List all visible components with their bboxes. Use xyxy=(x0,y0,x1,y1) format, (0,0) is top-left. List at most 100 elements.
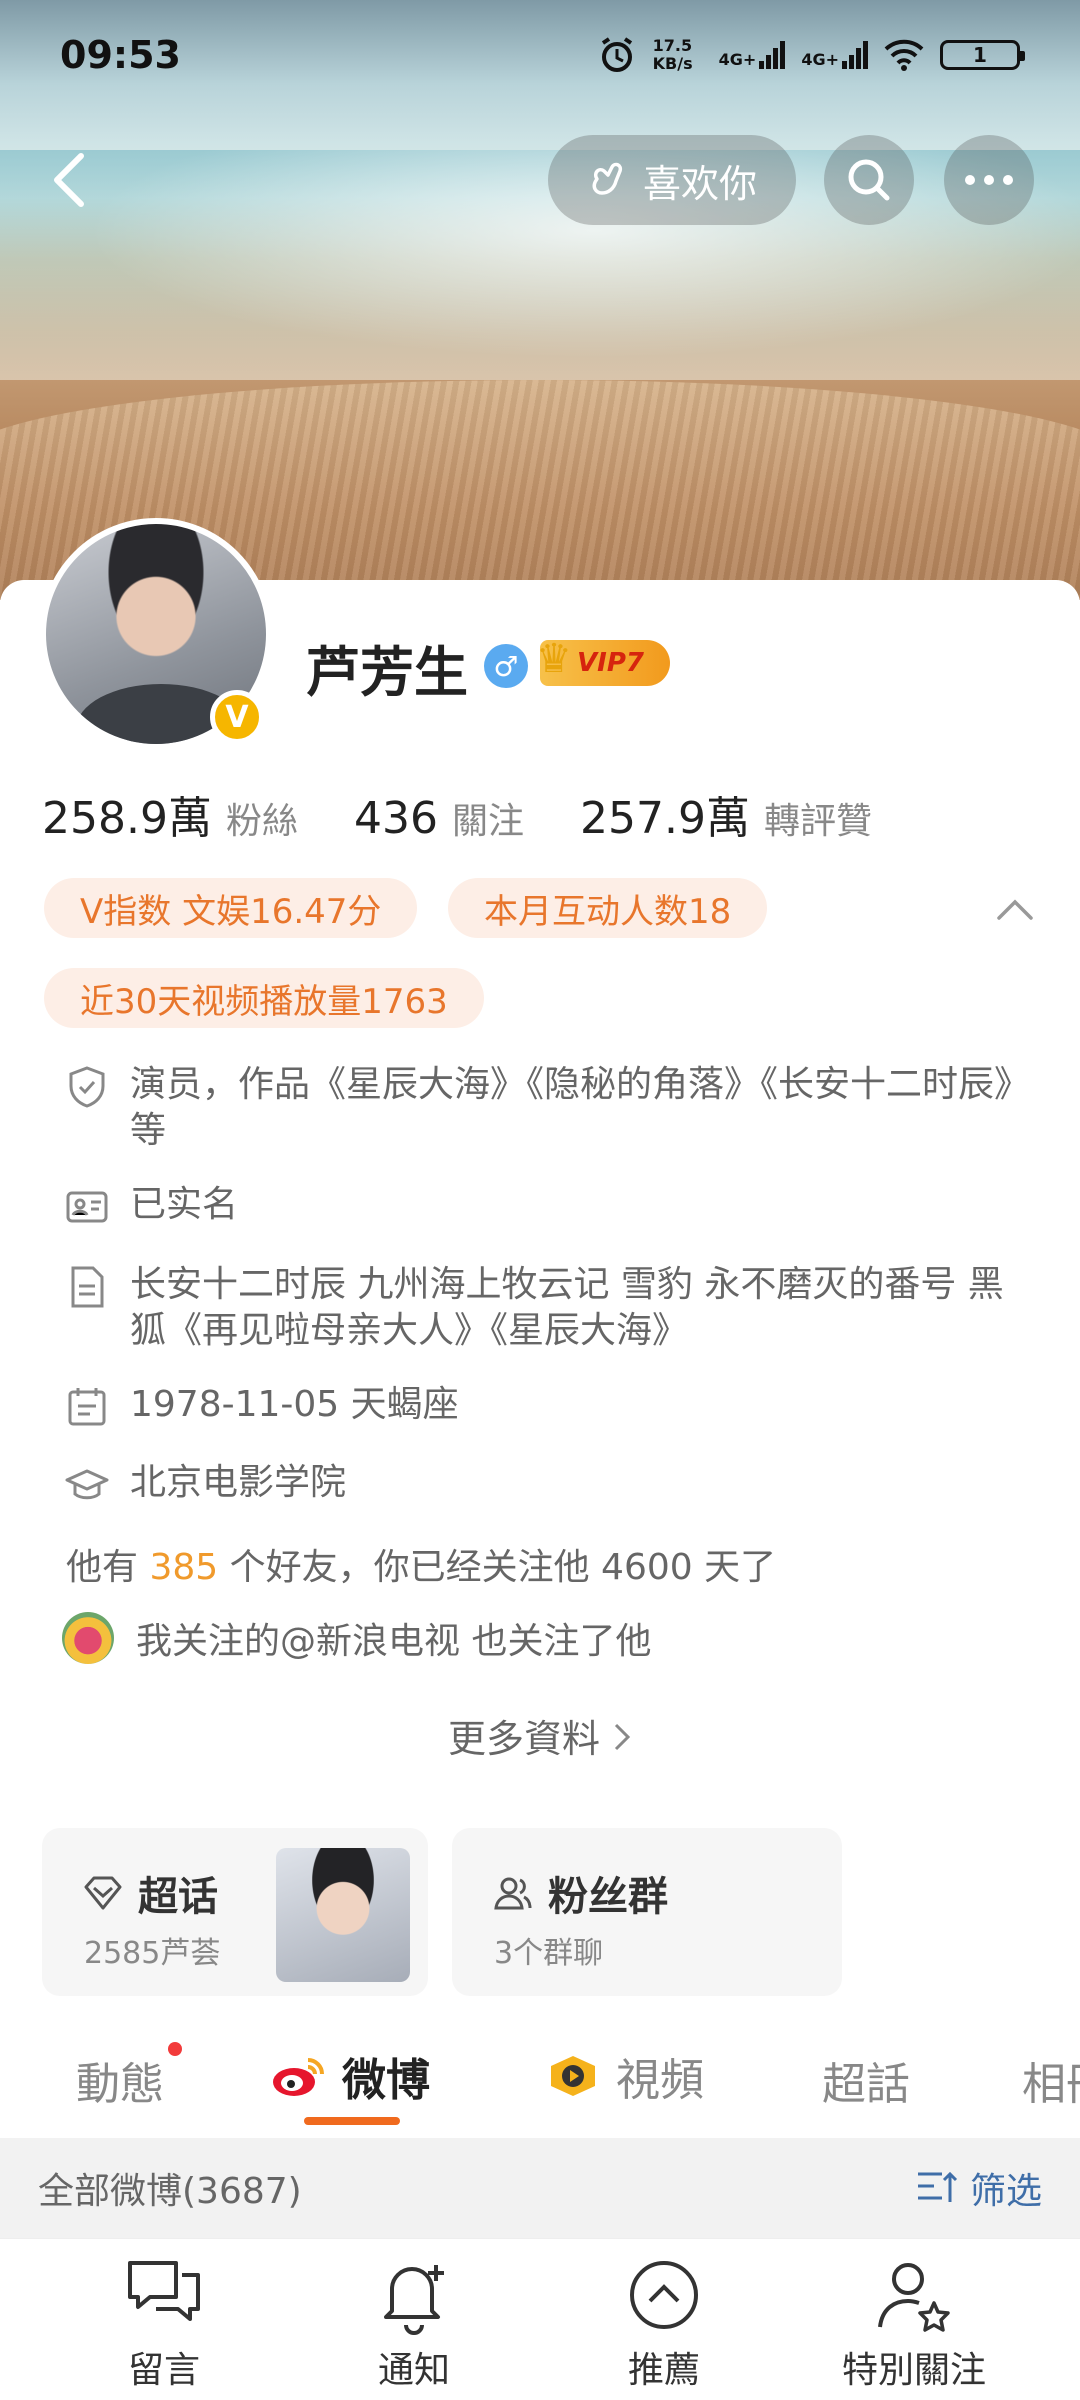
chevron-left-icon xyxy=(54,153,84,207)
interactions-label[interactable]: 轉評贊 xyxy=(764,792,872,844)
id-card-icon xyxy=(66,1191,108,1223)
graduation-cap-icon xyxy=(65,1469,109,1500)
top-navigation: 喜欢你 xyxy=(0,135,1080,225)
weibo-logo-icon xyxy=(273,2058,324,2096)
mutual-follow[interactable]: 我关注的@新浪电视 也关注了他 xyxy=(62,1612,651,1664)
tab-super-topic-label: 超話 xyxy=(822,2059,910,2110)
following-label[interactable]: 關注 xyxy=(452,792,524,844)
tab-album[interactable]: 相冊 xyxy=(1022,2048,1080,2112)
filter-button[interactable]: 筛选 xyxy=(916,2162,1042,2214)
tab-video-label: 視頻 xyxy=(616,2055,704,2106)
signal-4g-2: 4G+ xyxy=(801,41,868,69)
filter-bar: 全部微博(3687) 筛选 xyxy=(0,2138,1080,2238)
net-speed: 17.5 KB/s xyxy=(652,36,693,73)
following-count[interactable]: 436 xyxy=(354,793,438,844)
info-occupation-text: 演员，作品《星辰大海》《隐秘的角落》《长安十二时辰》等 xyxy=(130,1064,1031,1151)
document-icon xyxy=(71,1266,104,1308)
tab-super-topic[interactable]: 超話 xyxy=(822,2048,910,2112)
like-you-label: 喜欢你 xyxy=(642,161,757,206)
nav-message[interactable]: 留言 xyxy=(64,2253,264,2393)
nav-special-follow[interactable]: 特別關注 xyxy=(814,2253,1014,2393)
v-index-chip[interactable]: V指数 文娱16.47分 xyxy=(44,878,418,938)
friends-count: 385 xyxy=(149,1547,219,1588)
user-star-icon xyxy=(878,2263,950,2332)
circle-chevron-up-icon xyxy=(630,2261,698,2329)
friends-summary[interactable]: 他有 385 个好友，你已经关注他 4600 天了 xyxy=(66,1538,776,1590)
bell-plus-icon xyxy=(384,2265,444,2335)
feed-notification-dot xyxy=(168,2042,182,2056)
diamond-icon xyxy=(84,1876,122,1910)
tab-feed-label: 動態 xyxy=(76,2059,164,2110)
friends-suffix: 个好友，你已经关注他 4600 天了 xyxy=(218,1547,777,1588)
info-real-name: 已实名 xyxy=(64,1182,1030,1230)
chat-bubbles-icon xyxy=(128,2261,200,2321)
info-works: 长安十二时辰 九州海上牧云记 雪豹 永不磨灭的番号 黑狐《再见啦母亲大人》《星辰… xyxy=(64,1262,1030,1354)
chevron-up-icon xyxy=(997,899,1033,920)
super-topic-card[interactable]: 超话 2585芦荟 xyxy=(42,1828,428,1996)
fan-group-title: 粉丝群 xyxy=(548,1874,668,1920)
profile-name: 芦芳生 xyxy=(306,641,468,704)
filter-label: 筛选 xyxy=(969,2171,1042,2212)
info-occupation: 演员，作品《星辰大海》《隐秘的角落》《长安十二时辰》等 xyxy=(64,1062,1030,1154)
mutual-avatar xyxy=(62,1612,114,1664)
friends-prefix: 他有 xyxy=(66,1547,150,1588)
search-button[interactable] xyxy=(824,135,914,225)
male-gender-icon: ♂ xyxy=(484,644,528,688)
nav-recommend-label: 推薦 xyxy=(627,2350,700,2391)
followers-label[interactable]: 粉絲 xyxy=(226,792,298,844)
interactions-count[interactable]: 257.9萬 xyxy=(580,782,750,846)
more-options-button[interactable] xyxy=(944,135,1034,225)
nav-special-follow-label: 特別關注 xyxy=(841,2350,986,2391)
vip-level-label: VIP7 xyxy=(577,648,644,678)
info-school: 北京电影学院 xyxy=(64,1460,1030,1508)
all-weibo-count: 全部微博(3687) xyxy=(38,2171,302,2212)
tab-video[interactable]: 視頻 xyxy=(544,2044,704,2108)
fan-group-card[interactable]: 粉丝群 3个群聊 xyxy=(452,1828,842,1996)
nav-recommend[interactable]: 推薦 xyxy=(564,2253,764,2393)
info-birthday-text: 1978-11-05 天蝎座 xyxy=(130,1384,459,1425)
nav-notify[interactable]: 通知 xyxy=(314,2253,514,2393)
profile-stats: 258.9萬 粉絲 436 關注 257.9萬 轉評贊 xyxy=(42,782,928,846)
crown-icon: ♛ xyxy=(536,636,572,682)
info-real-name-text: 已实名 xyxy=(130,1184,239,1225)
profile-tabs: 動態 微博 視頻 超話 相冊 xyxy=(0,2040,1080,2140)
signal-bars-icon xyxy=(842,41,868,69)
more-dots-icon xyxy=(965,175,1013,185)
super-topic-sub: 2585芦荟 xyxy=(84,1936,221,1971)
more-info-link[interactable]: 更多資料 xyxy=(0,1708,1080,1763)
mutual-follow-text: 我关注的@新浪电视 也关注了他 xyxy=(136,1621,652,1662)
vip-badge[interactable]: ♛ VIP7 xyxy=(536,636,670,686)
collapse-button[interactable] xyxy=(990,890,1040,930)
tab-weibo-label: 微博 xyxy=(342,2055,430,2106)
group-icon xyxy=(494,1877,532,1910)
shield-icon xyxy=(69,1066,105,1108)
chevron-right-icon xyxy=(614,1723,631,1751)
status-bar: 09:53 17.5 KB/s 4G+ 4G+ 1 xyxy=(0,0,1080,110)
nav-notify-label: 通知 xyxy=(377,2350,450,2391)
tab-weibo[interactable]: 微博 xyxy=(270,2044,430,2108)
super-topic-title: 超话 xyxy=(138,1874,218,1920)
fan-group-sub: 3个群聊 xyxy=(494,1936,604,1971)
nav-message-label: 留言 xyxy=(127,2350,200,2391)
status-time: 09:53 xyxy=(60,33,181,77)
like-you-button[interactable]: 喜欢你 xyxy=(548,135,796,225)
wifi-icon xyxy=(884,39,924,71)
info-school-text: 北京电影学院 xyxy=(130,1462,347,1503)
followers-count[interactable]: 258.9萬 xyxy=(42,782,212,846)
signal-4g-1: 4G+ xyxy=(719,41,786,69)
hand-heart-icon xyxy=(592,162,623,195)
more-info-label: 更多資料 xyxy=(447,1717,600,1761)
signal-bars-icon xyxy=(759,41,786,69)
calendar-icon xyxy=(68,1388,106,1426)
super-topic-thumbnail xyxy=(276,1848,410,1982)
back-button[interactable] xyxy=(34,145,104,215)
tab-feed[interactable]: 動態 xyxy=(76,2048,164,2112)
battery-icon: 1 xyxy=(940,40,1025,70)
search-icon xyxy=(848,159,890,201)
alarm-icon xyxy=(601,37,632,72)
video-plays-chip[interactable]: 近30天视频播放量1763 xyxy=(44,968,484,1028)
info-birthday: 1978-11-05 天蝎座 xyxy=(64,1382,1030,1430)
bottom-navigation: 留言 通知 推薦 特別關注 xyxy=(0,2238,1080,2400)
monthly-interaction-chip[interactable]: 本月互动人数18 xyxy=(448,878,768,938)
video-channel-icon xyxy=(551,2056,595,2096)
